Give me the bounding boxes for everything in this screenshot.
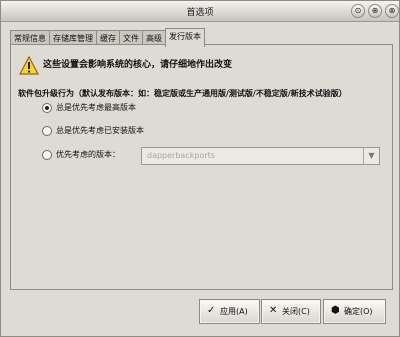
radio-highest-version[interactable]	[42, 103, 52, 113]
option-highest-version-label: 总是优先考虑最高版本	[56, 103, 136, 112]
release-dropdown-value: dapperbackports	[147, 151, 215, 160]
option-preferred-release-label: 优先考虑的版本：	[56, 150, 120, 159]
radio-installed-version[interactable]	[42, 126, 52, 136]
radio-preferred-release[interactable]	[42, 150, 52, 160]
apply-button-label: 应用(A)	[220, 307, 248, 316]
chevron-down-icon[interactable]: ▼	[363, 148, 379, 164]
distribution-panel: 这些设置会影响系统的核心，请仔细地作出改变 软件包升级行为（默认发布版本：如：稳…	[10, 44, 393, 290]
option-installed-version-label: 总是优先考虑已安装版本	[56, 126, 144, 135]
check-icon: ✓	[207, 305, 216, 316]
ok-icon: ⬢	[331, 305, 340, 316]
window-title: 首选项	[186, 8, 214, 18]
minimize-button[interactable]: ⊙	[351, 4, 365, 18]
upgrade-behavior-label: 软件包升级行为（默认发布版本：如：稳定版或生产通用版/测试版/不稳定版/新技术试…	[18, 89, 347, 98]
warning-icon	[19, 56, 39, 75]
release-dropdown[interactable]: dapperbackports ▼	[141, 147, 380, 165]
close-window-button[interactable]: ⊗	[385, 4, 399, 18]
ok-button-label: 确定(O)	[344, 307, 373, 316]
title-bar[interactable]: 首选项 ⊙ ⊕ ⊗	[1, 1, 399, 22]
preferences-window: 首选项 ⊙ ⊕ ⊗ 常规信息 存储库管理 缓存 文件 高级 发行版本 这些设置会影响系统的…	[0, 0, 400, 337]
tab-distribution[interactable]: 发行版本	[165, 28, 205, 47]
warning-text: 这些设置会影响系统的核心，请仔细地作出改变	[43, 60, 233, 70]
close-icon: ✕	[269, 305, 278, 316]
apply-button[interactable]: ✓ 应用(A)	[199, 299, 260, 324]
ok-button[interactable]: ⬢ 确定(O)	[323, 299, 386, 324]
maximize-button[interactable]: ⊕	[368, 4, 382, 18]
tab-bar: 常规信息 存储库管理 缓存 文件 高级 发行版本	[10, 28, 205, 47]
close-button[interactable]: ✕ 关闭(C)	[261, 299, 321, 324]
close-button-label: 关闭(C)	[282, 307, 310, 316]
